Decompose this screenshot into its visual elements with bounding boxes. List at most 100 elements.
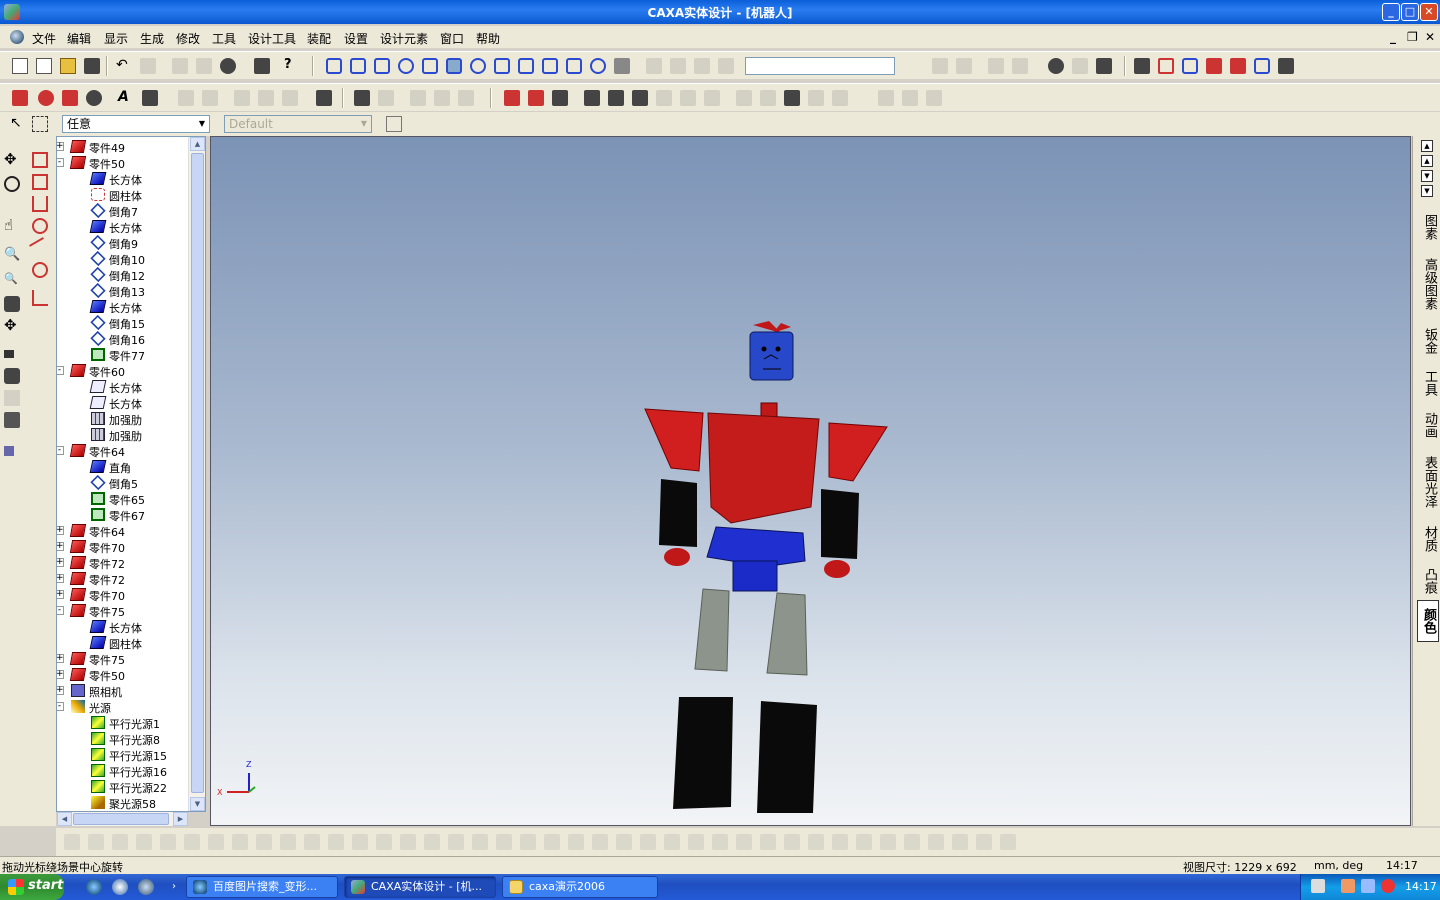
disabled-tool-10-icon[interactable] (282, 90, 298, 106)
tree-item[interactable]: 平行光源15 (57, 747, 189, 763)
disabled-tool-icon[interactable] (304, 834, 320, 850)
pan-icon[interactable]: ✥ (4, 152, 20, 168)
ie-icon[interactable] (86, 879, 102, 895)
disabled-tool-icon[interactable] (544, 834, 560, 850)
tree-item[interactable]: 零件67 (57, 507, 189, 523)
printer-icon[interactable] (1096, 58, 1112, 74)
disabled-tool-icon[interactable] (616, 834, 632, 850)
menu-help[interactable]: 帮助 (476, 30, 500, 47)
robot-waist[interactable] (706, 526, 806, 566)
stack-icon[interactable] (608, 90, 624, 106)
tab-next-icon[interactable]: ▼ (1421, 170, 1433, 182)
menu-edit[interactable]: 编辑 (67, 30, 91, 47)
maximize-button[interactable]: □ (1401, 3, 1419, 21)
collapse-icon[interactable]: - (57, 606, 64, 615)
task-browser[interactable]: 百度图片搜索_变形... (186, 876, 338, 898)
constraint-icon[interactable] (1158, 58, 1174, 74)
zoom-small-icon[interactable]: 🔍 (4, 272, 20, 288)
eyedropper-icon[interactable] (354, 90, 370, 106)
expand-icon[interactable]: + (57, 670, 64, 679)
grab-icon[interactable] (38, 90, 54, 106)
select-arrow-icon[interactable]: ↖ (10, 116, 26, 132)
disabled-tool-icon[interactable] (880, 834, 896, 850)
tree-horizontal-scrollbar[interactable]: ◀ ▶ (57, 812, 188, 826)
disabled-tool-1-icon[interactable] (932, 58, 948, 74)
desktop-icon[interactable] (112, 879, 128, 895)
disabled-tool-6-icon[interactable] (178, 90, 194, 106)
tree-item[interactable]: 加强肋 (57, 411, 189, 427)
robot-right-hand[interactable] (824, 560, 850, 578)
menu-tools[interactable]: 工具 (212, 30, 236, 47)
input-method-icon[interactable] (1341, 879, 1355, 893)
style-select[interactable]: Default ▼ (224, 115, 372, 133)
disabled-tool-icon[interactable] (472, 834, 488, 850)
robot-left-hand[interactable] (664, 548, 690, 566)
disabled-tool-8-icon[interactable] (234, 90, 250, 106)
tree-item[interactable]: + 零件64 (57, 523, 189, 539)
tangent-icon[interactable] (1254, 58, 1270, 74)
robot-right-arm[interactable] (821, 489, 859, 559)
tab-animation[interactable]: 动画 (1417, 408, 1439, 442)
media-icon[interactable] (138, 879, 154, 895)
tab-material[interactable]: 材质 (1417, 522, 1439, 556)
disabled-tool-icon[interactable] (232, 834, 248, 850)
disabled-tool-icon[interactable] (184, 834, 200, 850)
disabled-tool-icon[interactable] (400, 834, 416, 850)
mdi-minimize-button[interactable]: _ (1390, 30, 1396, 44)
loft-icon[interactable] (422, 58, 438, 74)
section-icon[interactable] (32, 196, 48, 212)
disabled-tool-icon[interactable] (712, 834, 728, 850)
tree-item[interactable]: 长方体 (57, 219, 189, 235)
close-button[interactable]: ✕ (1420, 3, 1438, 21)
tab-sheet-metal[interactable]: 钣金 (1417, 324, 1439, 358)
tool-cross-icon[interactable] (316, 90, 332, 106)
open-folder-icon[interactable] (60, 58, 76, 74)
disabled-tool-icon[interactable] (520, 834, 536, 850)
keyboard-icon[interactable] (1311, 879, 1325, 893)
network-icon[interactable] (1361, 879, 1375, 893)
shell-icon[interactable] (446, 58, 462, 74)
tree-item[interactable]: + 零件72 (57, 571, 189, 587)
start-button[interactable]: start (0, 874, 64, 900)
security-shield-icon[interactable] (1381, 879, 1395, 893)
document-icon[interactable] (10, 30, 24, 44)
expand-icon[interactable]: + (57, 654, 64, 663)
disabled-tool-icon[interactable] (280, 834, 296, 850)
scroll-down-arrow[interactable]: ▼ (190, 797, 205, 811)
tree-item[interactable]: 长方体 (57, 171, 189, 187)
disabled-tool-icon[interactable] (832, 834, 848, 850)
smart-render-icon[interactable] (1048, 58, 1064, 74)
display-mode-icon[interactable] (4, 412, 20, 428)
sketch-icon[interactable] (326, 58, 342, 74)
tab-emboss[interactable]: 凸痕 (1417, 564, 1439, 598)
task-caxa[interactable]: CAXA实体设计 - [机... (344, 876, 496, 898)
disabled-tool-icon[interactable] (496, 834, 512, 850)
split-icon[interactable] (518, 58, 534, 74)
tree-item[interactable]: + 照相机 (57, 683, 189, 699)
tree-item[interactable]: 零件65 (57, 491, 189, 507)
tree-item[interactable]: 长方体 (57, 379, 189, 395)
disabled-tool-icon[interactable] (112, 834, 128, 850)
tab-surface-gloss[interactable]: 表面光泽 (1417, 450, 1439, 514)
align-icon[interactable] (1182, 58, 1198, 74)
robot-left-leg[interactable] (673, 697, 733, 809)
small-box-icon[interactable] (4, 446, 14, 456)
menu-window[interactable]: 窗口 (440, 30, 464, 47)
tree-item[interactable]: + 零件50 (57, 667, 189, 683)
tree-item[interactable]: 平行光源16 (57, 763, 189, 779)
menu-modify[interactable]: 修改 (176, 30, 200, 47)
curve-icon[interactable] (62, 90, 78, 106)
disabled-tool-icon[interactable] (1000, 834, 1016, 850)
scroll-left-arrow[interactable]: ◀ (57, 812, 72, 826)
tree-item[interactable]: + 零件72 (57, 555, 189, 571)
disabled-tool-15-icon[interactable] (656, 90, 672, 106)
cut-icon[interactable] (172, 58, 188, 74)
collapse-icon[interactable]: - (57, 702, 64, 711)
quicklaunch-more-icon[interactable]: › (166, 879, 182, 895)
pattern-icon[interactable] (590, 58, 606, 74)
new-design-icon[interactable] (12, 58, 28, 74)
tree-item[interactable]: - 零件75 (57, 603, 189, 619)
disabled-tool-icon[interactable] (784, 834, 800, 850)
disabled-tool-icon[interactable] (88, 834, 104, 850)
3d-viewport[interactable]: Z X (210, 136, 1411, 826)
